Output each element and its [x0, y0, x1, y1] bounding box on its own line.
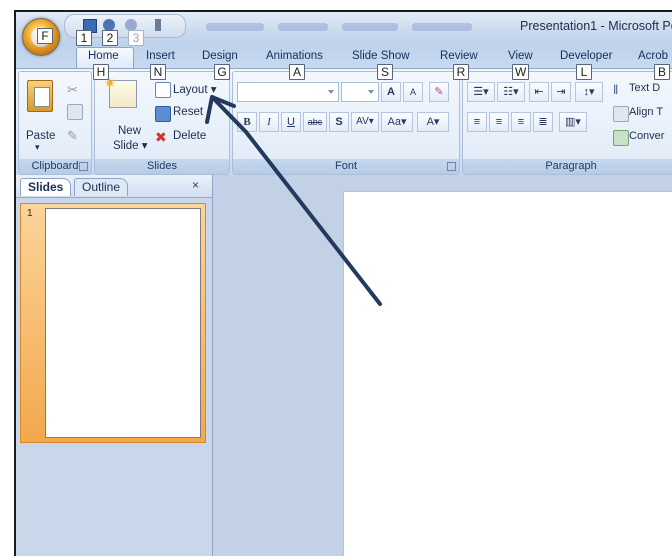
reset-button[interactable]: Reset [173, 106, 203, 118]
blurred-title-area [342, 23, 398, 31]
convert-smartart-button[interactable]: Conver [629, 130, 664, 142]
keytip-qat-3: 3 [128, 30, 144, 46]
align-text-icon[interactable] [613, 106, 629, 122]
align-left-icon[interactable]: ≡ [467, 112, 487, 132]
keytip-qat-1: 1 [76, 30, 92, 46]
reset-icon[interactable] [155, 106, 171, 122]
text-direction-icon[interactable]: ‖ [613, 82, 627, 97]
keytip-review: R [453, 64, 469, 80]
new-slide-button[interactable]: Slide ▾ [113, 138, 148, 152]
close-pane-icon[interactable]: × [192, 178, 199, 192]
slide-number: 1 [27, 208, 33, 219]
convert-smartart-icon[interactable] [613, 130, 629, 146]
tab-home[interactable]: Home [88, 50, 119, 62]
paragraph-group-label: Paragraph [463, 159, 672, 174]
grow-font-button[interactable]: A [381, 82, 401, 102]
justify-icon[interactable]: ≣ [533, 112, 553, 132]
tab-insert[interactable]: Insert [146, 50, 175, 62]
font-group: A A ✎ B I U abc S AV▾ Aa▾ A▾ Font [232, 71, 460, 175]
font-group-label: Font [233, 159, 459, 174]
blurred-title-area [278, 23, 328, 31]
increase-indent-icon[interactable]: ⇥ [551, 82, 571, 102]
font-launcher-icon[interactable] [447, 162, 456, 171]
align-text-button[interactable]: Align T [629, 106, 663, 118]
paste-dropdown-icon[interactable]: ▾ [35, 142, 40, 153]
slide-thumbnail-selected[interactable]: 1 [20, 203, 206, 443]
slides-pane: Slides Outline × 1 [16, 175, 213, 556]
slides-group: ✷ New Slide ▾ Layout ▾ Reset ✖ Delete Sl… [94, 71, 230, 175]
delete-icon[interactable]: ✖ [155, 130, 169, 144]
keytip-slideshow: S [377, 64, 393, 80]
tab-slides[interactable]: Slides [20, 178, 72, 196]
tab-review[interactable]: Review [440, 50, 478, 62]
blurred-title-area [206, 23, 264, 31]
paste-icon[interactable] [27, 80, 53, 112]
slides-group-label: Slides [95, 159, 229, 174]
font-name-combo[interactable] [237, 82, 339, 102]
change-case-button[interactable]: Aa▾ [381, 112, 413, 132]
align-right-icon[interactable]: ≡ [511, 112, 531, 132]
window-title: Presentation1 - Microsoft Po [520, 19, 672, 33]
font-color-button[interactable]: A▾ [417, 112, 449, 132]
keytip-insert: N [150, 64, 166, 80]
ribbon: Paste ▾ ✂ ✎ Clipboard ✷ New Slide ▾ Layo… [16, 68, 672, 176]
slide-thumbnail[interactable] [45, 208, 201, 438]
layout-icon[interactable] [155, 82, 171, 98]
align-center-icon[interactable]: ≡ [489, 112, 509, 132]
cut-icon[interactable]: ✂ [67, 82, 81, 97]
keytip-animations: A [289, 64, 305, 80]
strikethrough-button[interactable]: abc [303, 112, 327, 132]
pane-tabs: Slides Outline × [16, 175, 212, 198]
slide-editing-area [213, 175, 672, 556]
keytip-qat-2: 2 [102, 30, 118, 46]
copy-icon[interactable] [67, 104, 83, 120]
columns-button[interactable]: ▥▾ [559, 112, 587, 132]
tab-slide-show[interactable]: Slide Show [352, 50, 410, 62]
format-painter-icon[interactable]: ✎ [67, 128, 81, 143]
tab-outline[interactable]: Outline [74, 178, 129, 196]
paste-button[interactable]: Paste [26, 130, 55, 142]
new-slide-icon[interactable]: ✷ [104, 75, 137, 108]
numbering-button[interactable]: ☷▾ [497, 82, 525, 102]
font-size-combo[interactable] [341, 82, 379, 102]
ribbon-tabs: Home Insert Design Animations Slide Show… [16, 46, 672, 70]
keytip-design: G [214, 64, 230, 80]
italic-button[interactable]: I [259, 112, 279, 132]
new-slide-label[interactable]: New [118, 125, 141, 137]
shadow-button[interactable]: S [329, 112, 349, 132]
paragraph-group: ☰▾ ☷▾ ⇤ ⇥ ↕▾ ≡ ≡ ≡ ≣ ▥▾ ‖ Text D Align T… [462, 71, 672, 175]
blurred-title-area [412, 23, 472, 31]
tab-acrobat[interactable]: Acrob [638, 50, 668, 62]
keytip-acrobat: B [654, 64, 670, 80]
powerpoint-window: Presentation1 - Microsoft Po F 1 2 3 Hom… [14, 10, 672, 556]
clipboard-launcher-icon[interactable] [79, 162, 88, 171]
text-direction-button[interactable]: Text D [629, 82, 660, 94]
underline-button[interactable]: U [281, 112, 301, 132]
delete-button[interactable]: Delete [173, 130, 206, 142]
slide-canvas[interactable] [343, 191, 672, 556]
tab-view[interactable]: View [508, 50, 533, 62]
layout-button[interactable]: Layout ▾ [173, 82, 217, 96]
customize-qat-icon[interactable] [155, 19, 161, 31]
keytip-office: F [37, 28, 53, 44]
decrease-indent-icon[interactable]: ⇤ [529, 82, 549, 102]
character-spacing-button[interactable]: AV▾ [351, 112, 379, 132]
clear-formatting-icon[interactable]: ✎ [429, 82, 449, 102]
keytip-home: H [93, 64, 109, 80]
bold-button[interactable]: B [237, 112, 257, 132]
keytip-view: W [512, 64, 530, 80]
bullets-button[interactable]: ☰▾ [467, 82, 495, 102]
tab-developer[interactable]: Developer [560, 50, 612, 62]
tab-design[interactable]: Design [202, 50, 238, 62]
line-spacing-button[interactable]: ↕▾ [575, 82, 603, 102]
shrink-font-button[interactable]: A [403, 82, 423, 102]
tab-animations[interactable]: Animations [266, 50, 323, 62]
clipboard-group: Paste ▾ ✂ ✎ Clipboard [18, 71, 92, 175]
keytip-developer: L [576, 64, 592, 80]
